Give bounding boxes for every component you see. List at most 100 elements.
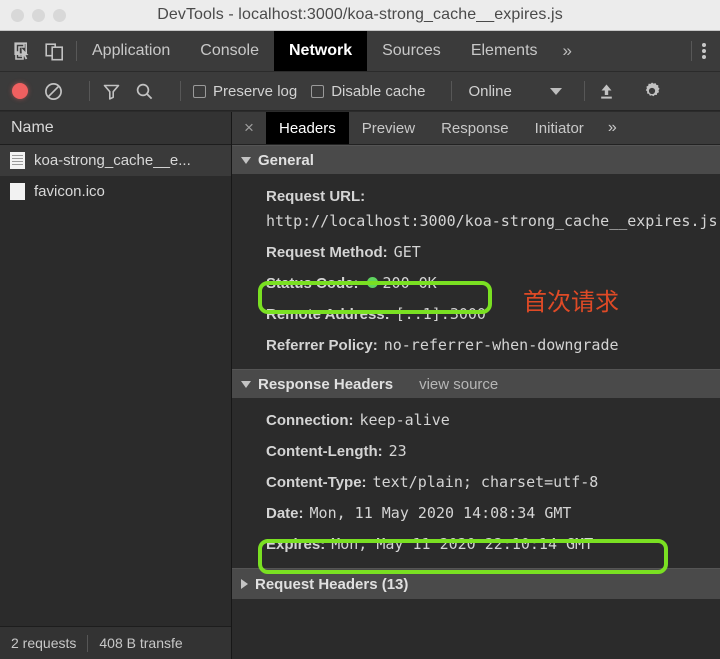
request-row-name: favicon.ico <box>34 183 105 200</box>
header-key: Status Code: <box>266 275 359 292</box>
header-row-content-length: Content-Length: 23 <box>232 436 720 467</box>
header-value: text/plain; charset=utf-8 <box>372 473 599 491</box>
header-key: Content-Type: <box>266 474 367 491</box>
request-row-name: koa-strong_cache__e... <box>34 152 191 169</box>
tab-initiator[interactable]: Initiator <box>522 112 597 144</box>
preserve-log-label: Preserve log <box>213 82 298 100</box>
header-value: Mon, May 11 2020 22:10:14 GMT <box>331 535 594 553</box>
header-value: [::1]:3000 <box>395 305 486 323</box>
header-row-request-method: Request Method: GET <box>232 237 720 268</box>
tab-elements[interactable]: Elements <box>456 31 553 71</box>
general-section-header[interactable]: General <box>232 145 720 175</box>
response-headers-section-header[interactable]: Response Headers view source <box>232 369 720 399</box>
chevron-down-icon[interactable] <box>241 380 251 388</box>
response-headers-rows: Connection: keep-alive Content-Length: 2… <box>232 399 720 568</box>
general-rows: Request URL: http://localhost:3000/koa-s… <box>232 175 720 369</box>
devtools-tabbar: Application Console Network Sources Elem… <box>0 31 720 72</box>
header-key: Content-Length: <box>266 443 383 460</box>
view-source-link[interactable]: view source <box>419 376 498 393</box>
header-row-request-url: Request URL: http://localhost:3000/koa-s… <box>232 181 720 237</box>
gear-icon[interactable] <box>642 81 662 101</box>
close-icon[interactable]: × <box>232 112 266 144</box>
devtools-window: DevTools - localhost:3000/koa-strong_cac… <box>0 0 720 659</box>
maximize-button[interactable] <box>53 8 66 22</box>
tab-response[interactable]: Response <box>428 112 522 144</box>
tab-headers[interactable]: Headers <box>266 112 349 144</box>
device-toolbar-icon[interactable] <box>45 42 64 61</box>
requests-panel: Name koa-strong_cache__e... favicon.ico … <box>0 112 232 659</box>
search-icon[interactable] <box>135 82 154 101</box>
more-tools-kebab-icon[interactable] <box>692 31 720 71</box>
tabs-overflow-icon[interactable]: » <box>553 31 582 71</box>
requests-count: 2 requests <box>11 635 77 651</box>
network-toolbar: Preserve log Disable cache Online <box>0 72 720 111</box>
header-row-date: Date: Mon, 11 May 2020 14:08:34 GMT <box>232 498 720 529</box>
throttling-value: Online <box>468 82 512 100</box>
kebab-dot <box>702 49 706 53</box>
header-value: GET <box>393 243 421 261</box>
chevron-right-icon[interactable] <box>241 579 248 589</box>
tab-application[interactable]: Application <box>77 31 185 71</box>
header-row-remote-address: Remote Address: [::1]:3000 <box>232 299 720 330</box>
details-tabbar: × Headers Preview Response Initiator » <box>232 112 720 145</box>
window-title: DevTools - localhost:3000/koa-strong_cac… <box>157 6 563 23</box>
request-row-favicon[interactable]: favicon.ico <box>0 176 231 207</box>
request-row-koa-strong-cache[interactable]: koa-strong_cache__e... <box>0 145 231 176</box>
headers-content: General Request URL: http://localhost:30… <box>232 145 720 659</box>
window-titlebar: DevTools - localhost:3000/koa-strong_cac… <box>0 0 720 31</box>
header-row-referrer-policy: Referrer Policy: no-referrer-when-downgr… <box>232 330 720 361</box>
toolbar-divider <box>451 81 453 101</box>
toolbar-divider <box>89 81 90 101</box>
details-panel: × Headers Preview Response Initiator » G… <box>232 112 720 659</box>
network-body: Name koa-strong_cache__e... favicon.ico … <box>0 112 720 659</box>
kebab-dot <box>702 43 706 47</box>
header-row-connection: Connection: keep-alive <box>232 405 720 436</box>
tab-sources[interactable]: Sources <box>367 31 456 71</box>
header-row-content-type: Content-Type: text/plain; charset=utf-8 <box>232 467 720 498</box>
disable-cache-label: Disable cache <box>331 82 426 100</box>
script-file-icon <box>10 152 25 169</box>
header-key: Remote Address: <box>266 306 390 323</box>
details-tabs-overflow-icon[interactable]: » <box>597 112 628 144</box>
import-har-icon[interactable] <box>597 82 616 101</box>
header-key: Request Method: <box>266 244 388 261</box>
header-key: Referrer Policy: <box>266 337 378 354</box>
preserve-log-checkbox[interactable]: Preserve log <box>193 83 297 100</box>
general-section-title: General <box>258 151 314 169</box>
devtools-tool-icons <box>0 31 76 71</box>
tab-preview[interactable]: Preview <box>349 112 428 144</box>
header-value: Mon, 11 May 2020 14:08:34 GMT <box>309 504 572 522</box>
tab-console[interactable]: Console <box>185 31 274 71</box>
requests-column-header[interactable]: Name <box>0 112 231 145</box>
record-button-icon[interactable] <box>12 83 28 99</box>
disable-cache-checkbox[interactable]: Disable cache <box>311 83 425 100</box>
header-key: Expires: <box>266 536 326 553</box>
header-key: Connection: <box>266 412 354 429</box>
header-value: http://localhost:3000/koa-strong_cache__… <box>266 212 718 230</box>
header-value: 23 <box>388 442 407 460</box>
disable-cache-checkbox-box[interactable] <box>311 84 325 98</box>
requests-list: koa-strong_cache__e... favicon.ico <box>0 145 231 626</box>
throttling-select[interactable]: Online <box>468 82 562 100</box>
response-headers-section-title: Response Headers <box>258 375 394 393</box>
header-row-status-code: Status Code: 200 OK <box>232 268 720 299</box>
inspect-element-icon[interactable] <box>14 41 33 61</box>
preserve-log-checkbox-box[interactable] <box>193 84 206 98</box>
tab-network[interactable]: Network <box>273 31 368 71</box>
request-headers-section-header[interactable]: Request Headers (13) <box>232 568 720 600</box>
header-value: 200 OK <box>382 274 437 292</box>
request-headers-section-title: Request Headers (13) <box>255 575 409 593</box>
status-ok-dot-icon <box>366 277 378 288</box>
devtools-tabs: Application Console Network Sources Elem… <box>77 31 691 71</box>
header-value: keep-alive <box>359 411 450 429</box>
close-button[interactable] <box>11 8 24 22</box>
transferred-size: 408 B transfe <box>99 635 183 651</box>
minimize-button[interactable] <box>32 8 45 22</box>
filter-icon[interactable] <box>102 82 121 101</box>
traffic-lights <box>0 8 66 22</box>
clear-icon[interactable] <box>44 82 63 101</box>
header-row-expires: Expires: Mon, May 11 2020 22:10:14 GMT <box>232 529 720 560</box>
chevron-down-icon[interactable] <box>241 156 251 164</box>
header-key: Date: <box>266 505 304 522</box>
chevron-down-icon[interactable] <box>549 87 562 95</box>
